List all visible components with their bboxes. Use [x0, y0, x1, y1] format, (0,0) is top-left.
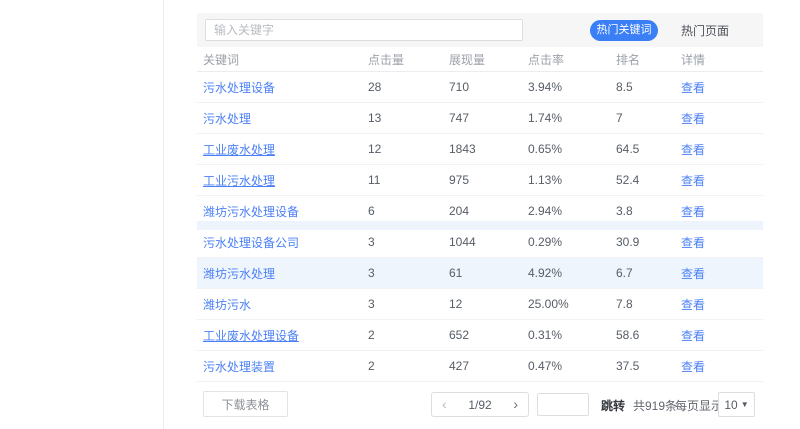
ctr-value: 4.92% [528, 266, 616, 280]
keyword-link[interactable]: 工业废水处理 [197, 141, 368, 158]
clicks-value: 12 [368, 142, 449, 156]
jump-button[interactable]: 跳转 [601, 397, 625, 414]
col-header-detail: 详情 [681, 51, 763, 68]
keyword-link[interactable]: 工业废水处理设备 [197, 327, 368, 344]
impressions-value: 204 [449, 204, 528, 218]
view-detail-link[interactable]: 查看 [681, 141, 763, 158]
table-row: 工业废水处理设备 2 652 0.31% 58.6 查看 [197, 320, 763, 351]
impressions-value: 12 [449, 297, 528, 311]
impressions-value: 710 [449, 80, 528, 94]
table-header: 关键词 点击量 展现量 点击率 排名 详情 [197, 47, 763, 72]
col-header-ctr: 点击率 [528, 51, 616, 68]
clicks-value: 3 [368, 266, 449, 280]
ctr-value: 3.94% [528, 80, 616, 94]
clicks-value: 2 [368, 328, 449, 342]
rank-value: 3.8 [616, 204, 681, 218]
left-panel-divider [163, 0, 164, 429]
clicks-value: 28 [368, 80, 449, 94]
next-page-icon[interactable]: › [513, 393, 518, 416]
rank-value: 7 [616, 111, 681, 125]
page-indicator: 1/92 [468, 398, 491, 412]
total-count: 共919条 [633, 397, 677, 414]
download-table-button[interactable]: 下载表格 [203, 391, 288, 417]
keyword-link[interactable]: 污水处理装置 [197, 358, 368, 375]
impressions-value: 652 [449, 328, 528, 342]
view-detail-link[interactable]: 查看 [681, 79, 763, 96]
impressions-value: 1843 [449, 142, 528, 156]
table-row: 潍坊污水 3 12 25.00% 7.8 查看 [197, 289, 763, 320]
impressions-value: 1044 [449, 235, 528, 249]
view-detail-link[interactable]: 查看 [681, 327, 763, 344]
col-header-impressions: 展现量 [449, 51, 528, 68]
table-row: 潍坊污水处理 3 61 4.92% 6.7 查看 [197, 258, 763, 289]
clicks-value: 13 [368, 111, 449, 125]
pagination-footer: 下载表格 ‹ 1/92 › 跳转 共919条 每页显示: 10 ▼ [197, 390, 763, 418]
clicks-value: 3 [368, 297, 449, 311]
view-detail-link[interactable]: 查看 [681, 203, 763, 220]
hot-pages-link[interactable]: 热门页面 [681, 22, 729, 39]
ctr-value: 25.00% [528, 297, 616, 311]
impressions-value: 427 [449, 359, 528, 373]
table-row: 潍坊污水处理设备 6 204 2.94% 3.8 查看 [197, 196, 763, 227]
view-detail-link[interactable]: 查看 [681, 234, 763, 251]
keyword-link[interactable]: 潍坊污水处理 [197, 265, 368, 282]
ctr-value: 0.31% [528, 328, 616, 342]
table-row: 工业废水处理 12 1843 0.65% 64.5 查看 [197, 134, 763, 165]
keyword-link[interactable]: 污水处理 [197, 110, 368, 127]
clicks-value: 2 [368, 359, 449, 373]
rank-value: 30.9 [616, 235, 681, 249]
view-detail-link[interactable]: 查看 [681, 296, 763, 313]
table-row: 污水处理装置 2 427 0.47% 37.5 查看 [197, 351, 763, 382]
impressions-value: 61 [449, 266, 528, 280]
keyword-stats-panel: 热门关键词 热门页面 关键词 点击量 展现量 点击率 排名 详情 污水处理设备 … [197, 0, 763, 418]
ctr-value: 0.29% [528, 235, 616, 249]
ctr-value: 1.13% [528, 173, 616, 187]
rank-value: 6.7 [616, 266, 681, 280]
table-row: 工业污水处理 11 975 1.13% 52.4 查看 [197, 165, 763, 196]
ctr-value: 2.94% [528, 204, 616, 218]
rank-value: 7.8 [616, 297, 681, 311]
view-detail-link[interactable]: 查看 [681, 110, 763, 127]
rank-value: 8.5 [616, 80, 681, 94]
impressions-value: 975 [449, 173, 528, 187]
col-header-clicks: 点击量 [368, 51, 449, 68]
caret-down-icon: ▼ [741, 400, 749, 409]
keyword-link[interactable]: 工业污水处理 [197, 172, 368, 189]
rank-value: 58.6 [616, 328, 681, 342]
keyword-link[interactable]: 潍坊污水处理设备 [197, 203, 368, 220]
ctr-value: 0.65% [528, 142, 616, 156]
jump-page-input[interactable] [537, 393, 589, 416]
per-page-value: 10 [724, 398, 737, 412]
view-detail-link[interactable]: 查看 [681, 358, 763, 375]
rank-value: 52.4 [616, 173, 681, 187]
table-body: 污水处理设备 28 710 3.94% 8.5 查看 污水处理 13 747 1… [197, 72, 763, 382]
table-row: 污水处理设备公司 3 1044 0.29% 30.9 查看 [197, 227, 763, 258]
per-page-select[interactable]: 10 ▼ [718, 392, 755, 417]
keyword-link[interactable]: 潍坊污水 [197, 296, 368, 313]
clicks-value: 6 [368, 204, 449, 218]
view-detail-link[interactable]: 查看 [681, 172, 763, 189]
table-row: 污水处理设备 28 710 3.94% 8.5 查看 [197, 72, 763, 103]
ctr-value: 1.74% [528, 111, 616, 125]
search-input[interactable] [205, 19, 523, 41]
prev-page-icon[interactable]: ‹ [442, 393, 447, 416]
view-detail-link[interactable]: 查看 [681, 265, 763, 282]
table-row: 污水处理 13 747 1.74% 7 查看 [197, 103, 763, 134]
rank-value: 37.5 [616, 359, 681, 373]
clicks-value: 3 [368, 235, 449, 249]
ctr-value: 0.47% [528, 359, 616, 373]
page: 热门关键词 热门页面 关键词 点击量 展现量 点击率 排名 详情 污水处理设备 … [0, 0, 800, 429]
col-header-keyword: 关键词 [197, 51, 368, 68]
col-header-rank: 排名 [616, 51, 681, 68]
rank-value: 64.5 [616, 142, 681, 156]
hot-keywords-button[interactable]: 热门关键词 [590, 20, 658, 41]
pager: ‹ 1/92 › [431, 392, 529, 417]
keyword-link[interactable]: 污水处理设备公司 [197, 234, 368, 251]
clicks-value: 11 [368, 173, 449, 187]
impressions-value: 747 [449, 111, 528, 125]
search-toolbar: 热门关键词 热门页面 [197, 13, 763, 47]
keyword-link[interactable]: 污水处理设备 [197, 79, 368, 96]
